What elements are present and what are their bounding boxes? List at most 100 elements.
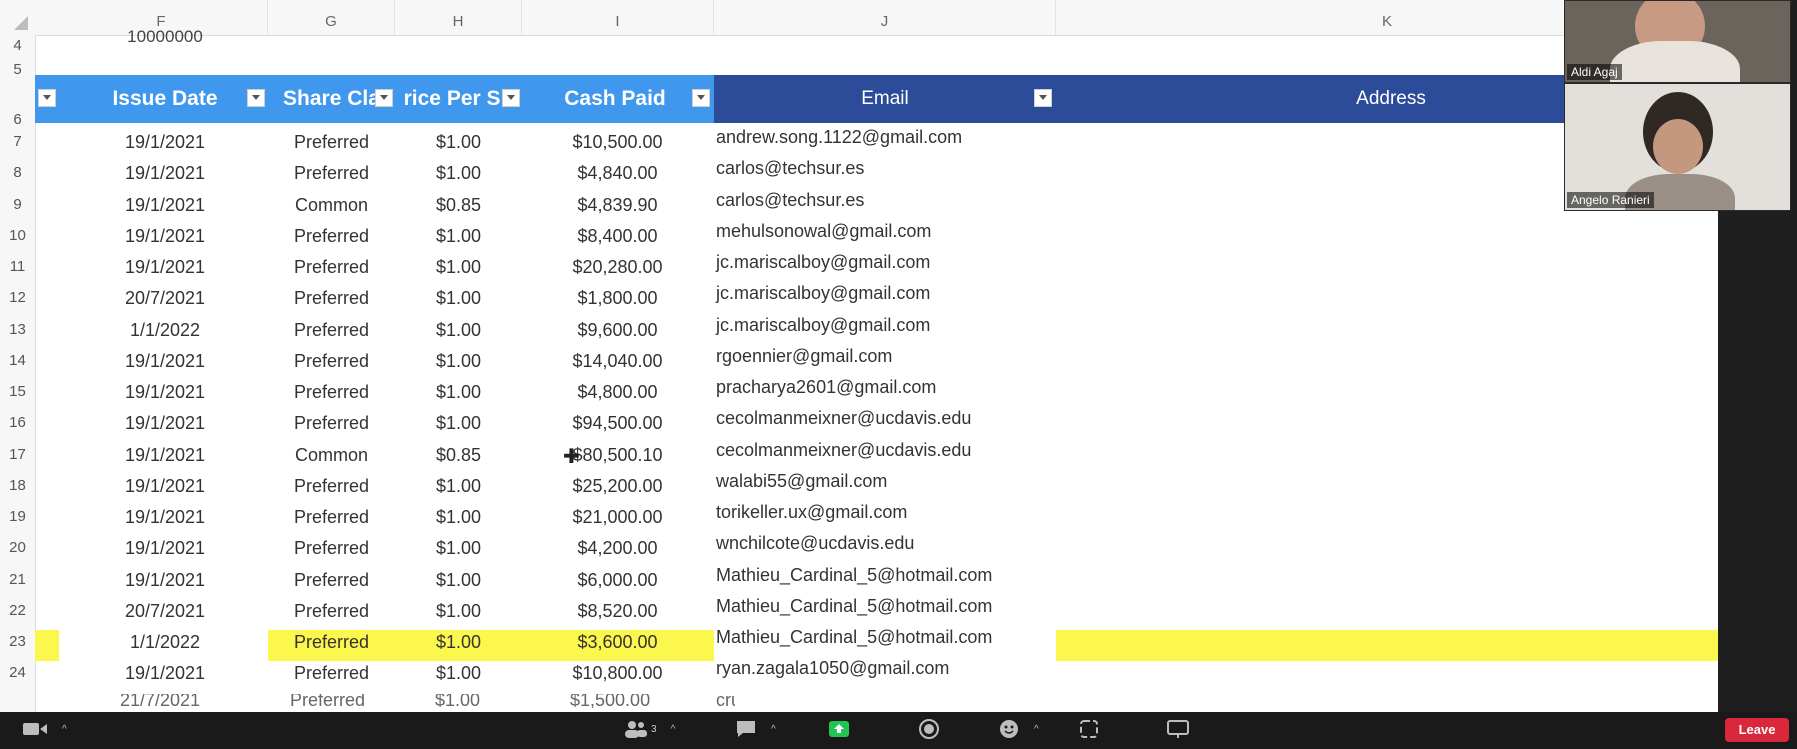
cell-price-per-share[interactable]: $1.00 [395,257,522,278]
cell-cash-paid[interactable]: $25,200.00 [535,476,700,497]
header-cash-paid[interactable]: Cash Paid [535,75,695,123]
column-header-g[interactable]: G [268,0,395,35]
select-all-corner[interactable] [14,16,28,30]
cell-share-class[interactable]: Preferred [268,320,395,341]
filter-dropdown-icon[interactable] [375,89,393,107]
chevron-up-icon[interactable]: ^ [62,724,67,735]
partial-cell-f4[interactable]: 10000000 [100,27,230,47]
cell-email[interactable]: mehulsonowal@gmail.com [716,221,1056,242]
row-number[interactable]: 7 [0,133,35,150]
cell-price-per-share[interactable]: $1.00 [395,507,522,528]
cell-email[interactable]: jc.mariscalboy@gmail.com [716,252,1056,273]
cell-issue-date[interactable]: 19/1/2021 [100,538,230,559]
cell-share-class[interactable]: Preferred [268,570,395,591]
cell-share-class[interactable]: Common [268,195,395,216]
cell-issue-date[interactable]: 19/1/2021 [100,413,230,434]
cell-price-per-share[interactable]: $1.00 [395,476,522,497]
row-number[interactable]: 22 [0,602,35,619]
cell-price-per-share[interactable]: $1.00 [395,163,522,184]
row-number[interactable]: 16 [0,414,35,431]
cell-cash-paid[interactable]: $4,200.00 [535,538,700,559]
cell-price-per-share[interactable]: $1.00 [395,351,522,372]
cell-issue-date[interactable]: 19/1/2021 [100,507,230,528]
column-header-j[interactable]: J [714,0,1056,35]
cell-email[interactable]: cecolmanmeixner@ucdavis.edu [716,440,1056,461]
cell-email[interactable]: andrew.song.1122@gmail.com [716,127,1056,148]
cell-price-per-share[interactable]: $0.85 [395,195,522,216]
cell-email[interactable]: Mathieu_Cardinal_5@hotmail.com [716,627,1056,648]
cell-share-class[interactable]: Preferred [268,163,395,184]
cell-price-per-share[interactable]: $1.00 [395,226,522,247]
row-number[interactable]: 15 [0,383,35,400]
cell-email[interactable]: rgoennier@gmail.com [716,346,1056,367]
cell-share-class[interactable]: Preferred [268,476,395,497]
cell-price-per-share[interactable]: $1.00 [395,132,522,153]
cell-cash-paid[interactable]: $21,000.00 [535,507,700,528]
filter-dropdown-icon[interactable] [1034,89,1052,107]
cell-email[interactable]: ryan.zagala1050@gmail.com [716,658,1056,679]
column-header-i[interactable]: I [522,0,714,35]
cell-email[interactable]: wnchilcote@ucdavis.edu [716,533,1056,554]
cell-cash-paid[interactable]: $8,520.00 [535,601,700,622]
row-number[interactable]: 20 [0,539,35,556]
cell-cash-paid[interactable]: $94,500.00 [535,413,700,434]
row-number[interactable]: 11 [0,258,35,275]
video-button[interactable]: ^ [22,718,67,740]
cell-price-per-share[interactable]: $1.00 [395,601,522,622]
cell-issue-date[interactable]: 20/7/2021 [100,601,230,622]
cell-share-class[interactable]: Preferred [268,382,395,403]
cell-issue-date[interactable]: 19/1/2021 [100,257,230,278]
cell-issue-date[interactable]: 20/7/2021 [100,288,230,309]
cell-share-class[interactable]: Preferred [268,538,395,559]
row-number[interactable]: 12 [0,289,35,306]
cell-price-per-share[interactable]: $1.00 [395,288,522,309]
row-number[interactable]: 24 [0,664,35,681]
leave-button[interactable]: Leave [1725,718,1789,742]
reactions-button[interactable]: ^ [998,718,1039,740]
row-number[interactable]: 14 [0,352,35,369]
cell-email[interactable]: carlos@techsur.es [716,190,1056,211]
column-header-h[interactable]: H [395,0,522,35]
cell-email[interactable]: cecolmanmeixner@ucdavis.edu [716,408,1056,429]
row-number[interactable]: 5 [0,61,35,78]
cell-share-class[interactable]: Preferred [268,413,395,434]
cell-cash-paid[interactable]: $4,840.00 [535,163,700,184]
cell-share-class[interactable]: Preferred [268,601,395,622]
filter-dropdown-icon[interactable] [692,89,710,107]
cell-email[interactable]: jc.mariscalboy@gmail.com [716,315,1056,336]
cell-cash-paid[interactable]: $8,400.00 [535,226,700,247]
cell-price-per-share[interactable]: $1.00 [395,320,522,341]
apps-button[interactable] [1078,718,1100,740]
cell-issue-date[interactable]: 19/1/2021 [100,132,230,153]
spreadsheet[interactable]: F G H I J K 4 5 6 7 8 9 10 11 12 13 14 15 16 17 18 19 20… [0,0,1718,712]
cell-share-class[interactable]: Preferred [268,507,395,528]
cell-price-per-share[interactable]: $1.00 [395,413,522,434]
row-number[interactable]: 6 [0,111,35,128]
cell-email[interactable]: torikeller.ux@gmail.com [716,502,1056,523]
row-number[interactable]: 17 [0,446,35,463]
row-number[interactable]: 19 [0,508,35,525]
row-number[interactable]: 18 [0,477,35,494]
cell-issue-date[interactable]: 19/1/2021 [100,382,230,403]
cell-share-class[interactable]: Preferred [268,288,395,309]
cell-email[interactable]: jc.mariscalboy@gmail.com [716,283,1056,304]
header-email[interactable]: Email [714,75,1056,123]
filter-dropdown-icon[interactable] [247,89,265,107]
cell-issue-date[interactable]: 1/1/2022 [100,632,230,653]
cell-price-per-share[interactable]: $0.85 [395,445,522,466]
cell-price-per-share[interactable]: $1.00 [395,382,522,403]
cell-cash-paid[interactable]: $3,600.00 [535,632,700,653]
row-number[interactable]: 4 [0,37,35,54]
cell-email[interactable]: carlos@techsur.es [716,158,1056,179]
cell-cash-paid[interactable]: $14,040.00 [535,351,700,372]
filter-dropdown-icon[interactable] [38,89,56,107]
cell-share-class[interactable]: Common [268,445,395,466]
cell-issue-date[interactable]: 19/1/2021 [100,226,230,247]
chevron-up-icon[interactable]: ^ [1034,724,1039,735]
cell-price-per-share[interactable]: $1.00 [395,632,522,653]
cell-cash-paid[interactable]: $4,800.00 [535,382,700,403]
cell-email[interactable]: pracharya2601@gmail.com [716,377,1056,398]
cell-cash-paid[interactable]: $10,800.00 [535,663,700,684]
whiteboard-button[interactable] [1166,718,1190,740]
share-screen-button[interactable] [828,718,850,740]
